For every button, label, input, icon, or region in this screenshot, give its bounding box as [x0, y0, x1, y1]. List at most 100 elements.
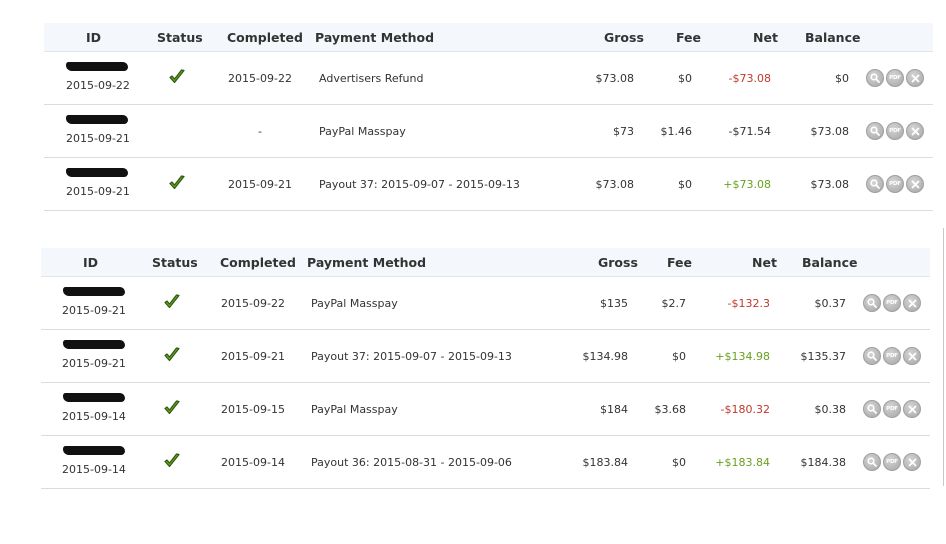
balance-amount: $0.37	[814, 297, 847, 310]
gross-amount: $183.84	[582, 456, 629, 469]
check-icon	[164, 294, 180, 309]
close-icon	[911, 180, 919, 188]
close-icon	[908, 299, 916, 307]
payment-method: PayPal Masspay	[311, 297, 398, 310]
row-actions: PDF	[863, 347, 921, 365]
magnifier-icon	[867, 457, 877, 467]
pdf-button[interactable]: PDF	[883, 347, 901, 365]
payment-method: Payout 36: 2015-08-31 - 2015-09-06	[311, 456, 512, 469]
header-gross: Gross	[604, 30, 644, 45]
header-fee: Fee	[676, 30, 701, 45]
fee-amount: $0	[672, 456, 686, 469]
completed-date: 2015-09-14	[221, 456, 285, 469]
payment-method: Payout 37: 2015-09-07 - 2015-09-13	[319, 178, 520, 191]
header-completed: Completed	[220, 255, 296, 270]
header-balance: Balance	[802, 255, 858, 270]
net-amount: +$73.08	[723, 178, 771, 191]
pdf-button[interactable]: PDF	[886, 69, 904, 87]
pdf-button[interactable]: PDF	[883, 453, 901, 471]
header-status: Status	[157, 30, 203, 45]
pdf-icon: PDF	[886, 459, 898, 465]
magnifier-icon	[870, 126, 880, 136]
view-button[interactable]	[863, 294, 881, 312]
row-actions: PDF	[866, 69, 924, 87]
magnifier-icon	[870, 179, 880, 189]
table-row: 2015-09-21 - PayPal Masspay $73 $1.46 -$…	[44, 105, 933, 158]
payment-method: Payout 37: 2015-09-07 - 2015-09-13	[311, 350, 512, 363]
payment-method: PayPal Masspay	[311, 403, 398, 416]
delete-button[interactable]	[906, 69, 924, 87]
header-id: ID	[86, 30, 102, 45]
redacted-id	[63, 340, 125, 349]
fee-amount: $0	[678, 72, 692, 85]
balance-amount: $73.08	[810, 178, 850, 191]
magnifier-icon	[867, 351, 877, 361]
table-row: 2015-09-21 2015-09-21 Payout 37: 2015-09…	[41, 330, 930, 383]
row-actions: PDF	[863, 294, 921, 312]
pdf-button[interactable]: PDF	[883, 400, 901, 418]
transactions-table-2: ID Status Completed Payment Method Gross…	[41, 248, 930, 489]
header-completed: Completed	[227, 30, 303, 45]
completed-date: 2015-09-22	[221, 297, 285, 310]
completed-date: 2015-09-21	[228, 178, 292, 191]
redacted-id	[66, 168, 128, 177]
net-amount: -$180.32	[720, 403, 770, 416]
view-button[interactable]	[866, 69, 884, 87]
check-icon	[169, 175, 185, 190]
header-gross: Gross	[598, 255, 638, 270]
header-net: Net	[752, 255, 777, 270]
net-amount: -$71.54	[728, 125, 771, 138]
check-icon	[164, 400, 180, 415]
id-date: 2015-09-21	[62, 304, 126, 317]
delete-button[interactable]	[903, 400, 921, 418]
redacted-id	[63, 393, 125, 402]
pdf-button[interactable]: PDF	[886, 175, 904, 193]
close-icon	[908, 458, 916, 466]
view-button[interactable]	[866, 122, 884, 140]
view-button[interactable]	[866, 175, 884, 193]
pdf-button[interactable]: PDF	[883, 294, 901, 312]
table-row: 2015-09-21 2015-09-21 Payout 37: 2015-09…	[44, 158, 933, 211]
view-button[interactable]	[863, 347, 881, 365]
net-amount: +$183.84	[715, 456, 770, 469]
fee-amount: $0	[678, 178, 692, 191]
gross-amount: $184	[600, 403, 628, 416]
pdf-icon: PDF	[889, 128, 901, 134]
delete-button[interactable]	[906, 175, 924, 193]
redacted-id	[63, 446, 125, 455]
magnifier-icon	[867, 404, 877, 414]
delete-button[interactable]	[903, 453, 921, 471]
delete-button[interactable]	[903, 347, 921, 365]
gross-amount: $134.98	[582, 350, 629, 363]
completed-date: 2015-09-22	[228, 72, 292, 85]
view-button[interactable]	[863, 453, 881, 471]
pdf-icon: PDF	[886, 300, 898, 306]
close-icon	[911, 74, 919, 82]
table-row: 2015-09-14 2015-09-15 PayPal Masspay $18…	[41, 383, 930, 436]
scroll-edge	[943, 228, 944, 486]
view-button[interactable]	[863, 400, 881, 418]
pdf-button[interactable]: PDF	[886, 122, 904, 140]
id-date: 2015-09-14	[62, 463, 126, 476]
pdf-icon: PDF	[889, 181, 901, 187]
id-date: 2015-09-21	[66, 132, 130, 145]
id-date: 2015-09-22	[66, 79, 130, 92]
completed-date: -	[258, 125, 262, 138]
header-fee: Fee	[667, 255, 692, 270]
row-actions: PDF	[863, 400, 921, 418]
table-row: 2015-09-21 2015-09-22 PayPal Masspay $13…	[41, 277, 930, 330]
delete-button[interactable]	[906, 122, 924, 140]
pdf-icon: PDF	[889, 75, 901, 81]
gross-amount: $73	[613, 125, 634, 138]
gross-amount: $73.08	[595, 178, 635, 191]
magnifier-icon	[870, 73, 880, 83]
row-actions: PDF	[866, 122, 924, 140]
header-payment-method: Payment Method	[315, 30, 435, 45]
table-header: ID Status Completed Payment Method Gross…	[44, 23, 933, 52]
net-amount: +$134.98	[715, 350, 770, 363]
balance-amount: $73.08	[810, 125, 850, 138]
net-amount: -$132.3	[727, 297, 770, 310]
delete-button[interactable]	[903, 294, 921, 312]
redacted-id	[66, 115, 128, 124]
header-net: Net	[753, 30, 778, 45]
